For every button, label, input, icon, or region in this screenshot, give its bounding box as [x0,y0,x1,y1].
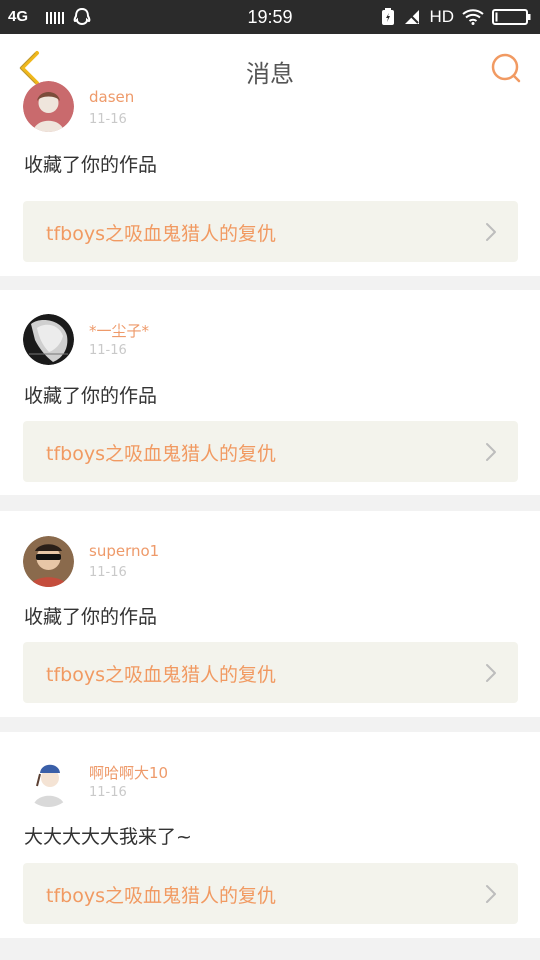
work-link[interactable]: tfboys之吸血鬼猎人的复仇 [23,421,518,482]
notification-date: 11-16 [89,112,127,127]
username[interactable]: dasen [89,88,134,106]
chevron-right-icon [486,664,496,682]
chevron-right-icon [486,223,496,241]
search-icon[interactable] [490,52,522,84]
user-avatar[interactable] [23,314,74,365]
work-link[interactable]: tfboys之吸血鬼猎人的复仇 [23,863,518,924]
chevron-right-icon [486,443,496,461]
work-title: tfboys之吸血鬼猎人的复仇 [46,885,276,907]
page-title: 消息 [246,60,294,88]
user-avatar[interactable] [23,756,74,807]
username[interactable]: superno1 [89,542,159,560]
notification-card: superno1 11-16 收藏了你的作品 tfboys之吸血鬼猎人的复仇 [0,511,540,717]
username[interactable]: 啊哈啊大10 [89,762,168,783]
notification-message: 大大大大大我来了~ [24,826,192,848]
notification-card: dasen 11-16 收藏了你的作品 tfboys之吸血鬼猎人的复仇 [0,81,540,276]
status-right-icons: HD [381,7,532,27]
notification-date: 11-16 [89,343,127,358]
notification-message: 收藏了你的作品 [24,385,158,407]
work-title: tfboys之吸血鬼猎人的复仇 [46,443,276,465]
work-title: tfboys之吸血鬼猎人的复仇 [46,664,276,686]
notification-card: *一尘子* 11-16 收藏了你的作品 tfboys之吸血鬼猎人的复仇 [0,290,540,495]
work-link[interactable]: tfboys之吸血鬼猎人的复仇 [23,201,518,262]
no-sim-icon [405,10,420,24]
chevron-right-icon [486,885,496,903]
username[interactable]: *一尘子* [89,320,149,341]
user-avatar[interactable] [23,536,74,587]
notification-message: 收藏了你的作品 [24,606,158,628]
notification-message: 收藏了你的作品 [24,154,158,176]
work-title: tfboys之吸血鬼猎人的复仇 [46,223,276,245]
work-link[interactable]: tfboys之吸血鬼猎人的复仇 [23,642,518,703]
battery-icon [492,9,531,25]
wifi-icon [462,9,484,25]
notification-date: 11-16 [89,565,127,580]
user-avatar[interactable] [23,81,74,132]
notification-card: 啊哈啊大10 11-16 大大大大大我来了~ tfboys之吸血鬼猎人的复仇 [0,732,540,938]
status-bar: 4G 19:59 HD [0,0,540,34]
hd-label: HD [429,7,454,26]
notification-date: 11-16 [89,785,127,800]
battery-saver-icon [382,8,395,25]
